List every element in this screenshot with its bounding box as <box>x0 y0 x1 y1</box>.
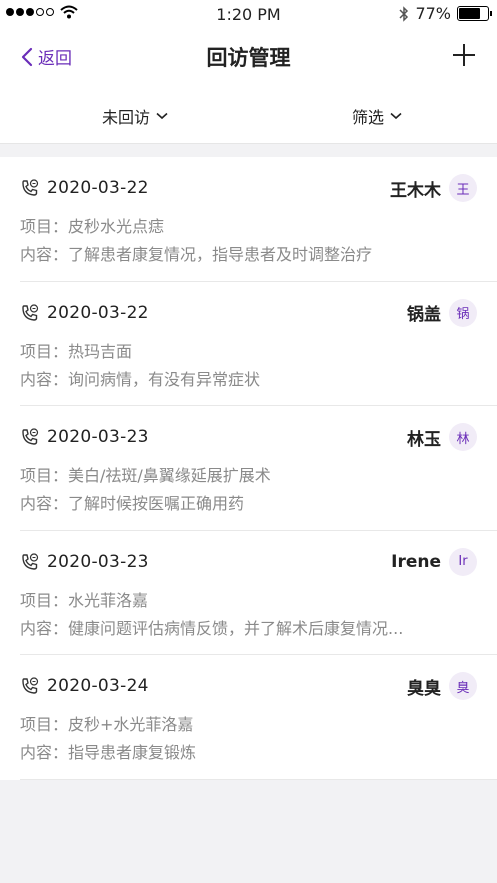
patient-name: 王木木 <box>390 180 441 201</box>
item-header: 2020-03-23 林玉 林 <box>20 423 477 451</box>
avatar: 锅 <box>449 298 477 327</box>
patient-info: 林玉 林 <box>407 423 477 451</box>
avatar: 臭 <box>449 672 477 700</box>
item-header: 2020-03-22 王木木 王 <box>20 174 477 202</box>
filter-dropdown[interactable]: 筛选 <box>352 104 402 128</box>
patient-name: 锅盖 <box>407 305 441 325</box>
content-value: 了解患者康复情况，指导患者及时调整治疗 <box>68 245 373 264</box>
project-value: 热玛吉面 <box>68 341 133 361</box>
content-line: 内容：了解患者康复情况，指导患者及时调整治疗 <box>20 241 467 265</box>
filter-label: 筛选 <box>352 108 385 127</box>
phone-call-icon <box>22 179 39 196</box>
filter-bar: 未回访 筛选 <box>0 84 497 144</box>
project-value: 水光菲洛嘉 <box>68 590 149 610</box>
content-label: 内容： <box>20 743 69 762</box>
back-button[interactable]: 返回 <box>20 44 72 69</box>
followup-list: 2020-03-22 王木木 王 项目：皮秒水光点痣 内容：了解患者康复情况，指… <box>0 157 497 780</box>
phone-call-icon <box>22 428 39 445</box>
phone-call-icon <box>22 677 39 694</box>
project-line: 项目：美白/祛斑/鼻翼缘延展扩展术 <box>20 462 467 486</box>
list-item[interactable]: 2020-03-22 王木木 王 项目：皮秒水光点痣 内容：了解患者康复情况，指… <box>20 157 497 282</box>
content-value: 了解时候按医嘱正确用药 <box>68 494 245 513</box>
avatar: 王 <box>449 174 477 202</box>
status-right: 77% <box>399 4 492 23</box>
status-filter-dropdown[interactable]: 未回访 <box>102 104 168 128</box>
project-line: 项目：热玛吉面 <box>20 338 467 362</box>
item-header: 2020-03-23 Irene Ir <box>20 547 477 576</box>
content-line: 内容：询问病情，有没有异常症状 <box>20 366 467 390</box>
phone-call-icon <box>22 552 39 570</box>
patient-name: Irene <box>391 551 441 572</box>
patient-name: 臭臭 <box>407 678 441 699</box>
project-label: 项目： <box>20 341 69 361</box>
patient-info: 王木木 王 <box>390 174 477 202</box>
status-bar: 1:20 PM 77% <box>0 0 497 30</box>
project-line: 项目：水光菲洛嘉 <box>20 587 467 611</box>
list-item[interactable]: 2020-03-22 锅盖 锅 项目：热玛吉面 内容：询问病情，有没有异常症状 <box>20 282 497 406</box>
content-label: 内容： <box>20 369 69 389</box>
battery-percent: 77% <box>415 4 451 23</box>
list-item[interactable]: 2020-03-24 臭臭 臭 项目：皮秒+水光菲洛嘉 内容：指导患者康复锻炼 <box>20 655 497 780</box>
item-header: 2020-03-22 锅盖 锅 <box>20 298 477 327</box>
back-label: 返回 <box>38 49 72 69</box>
add-icon[interactable] <box>451 42 477 68</box>
patient-info: 臭臭 臭 <box>407 672 477 700</box>
content-label: 内容： <box>20 245 69 264</box>
project-label: 项目： <box>20 217 69 236</box>
project-value: 皮秒水光点痣 <box>68 217 165 236</box>
avatar: Ir <box>449 547 477 576</box>
phone-call-icon <box>22 303 39 321</box>
battery-icon <box>457 6 492 21</box>
project-line: 项目：皮秒水光点痣 <box>20 213 467 237</box>
visit-date: 2020-03-23 <box>47 427 149 447</box>
project-label: 项目： <box>20 466 69 485</box>
content-line: 内容：健康问题评估病情反馈，并了解术后康复情况... <box>20 615 467 639</box>
visit-date: 2020-03-23 <box>47 551 149 572</box>
content-line: 内容：指导患者康复锻炼 <box>20 739 467 763</box>
patient-info: 锅盖 锅 <box>407 298 477 327</box>
content-value: 指导患者康复锻炼 <box>68 743 197 762</box>
bluetooth-icon <box>399 5 409 22</box>
project-label: 项目： <box>20 590 69 610</box>
list-item[interactable]: 2020-03-23 林玉 林 项目：美白/祛斑/鼻翼缘延展扩展术 内容：了解时… <box>20 406 497 531</box>
navigation-bar: 返回 回访管理 <box>0 30 497 84</box>
status-filter-label: 未回访 <box>102 108 151 127</box>
project-value: 皮秒+水光菲洛嘉 <box>68 715 194 734</box>
page-title: 回访管理 <box>206 46 291 70</box>
avatar: 林 <box>449 423 477 451</box>
project-label: 项目： <box>20 715 69 734</box>
content-label: 内容： <box>20 494 69 513</box>
patient-name: 林玉 <box>407 429 441 450</box>
content-label: 内容： <box>20 618 69 638</box>
visit-date: 2020-03-24 <box>47 676 149 696</box>
project-line: 项目：皮秒+水光菲洛嘉 <box>20 711 467 735</box>
chevron-left-icon <box>21 47 33 66</box>
chevron-down-icon <box>390 112 402 120</box>
visit-date: 2020-03-22 <box>47 302 149 323</box>
content-line: 内容：了解时候按医嘱正确用药 <box>20 490 467 514</box>
list-item[interactable]: 2020-03-23 Irene Ir 项目：水光菲洛嘉 内容：健康问题评估病情… <box>20 531 497 655</box>
project-value: 美白/祛斑/鼻翼缘延展扩展术 <box>68 466 271 485</box>
item-header: 2020-03-24 臭臭 臭 <box>20 672 477 700</box>
chevron-down-icon <box>156 112 168 120</box>
visit-date: 2020-03-22 <box>47 178 149 198</box>
content-value: 询问病情，有没有异常症状 <box>68 369 261 389</box>
patient-info: Irene Ir <box>391 547 477 576</box>
content-value: 健康问题评估病情反馈，并了解术后康复情况... <box>68 618 404 638</box>
